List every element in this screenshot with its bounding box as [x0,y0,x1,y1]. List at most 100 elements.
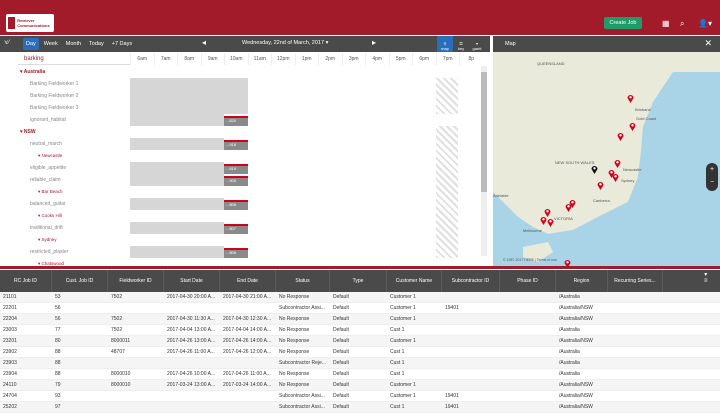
hour-label: 3pm [341,53,366,65]
resource-subgroup[interactable]: ▾ Bar Beach [18,186,130,198]
job-location-pin-icon[interactable] [629,122,636,131]
column-header[interactable]: Fieldworker ID [108,270,164,292]
search-icon[interactable]: ⌕ [680,19,684,29]
job-location-pin-icon[interactable] [597,181,604,190]
map-view[interactable]: QUEENSLAND NEW SOUTH WALES VICTORIA Bris… [493,52,720,267]
job-block[interactable]: ...806 [224,248,248,258]
previous-day-arrow-icon[interactable]: ◂ [202,38,206,47]
date-title[interactable]: Wednesday, 22nd of March, 2017 ▾ [242,40,328,46]
create-job-button[interactable]: Create Job [604,17,642,29]
job-location-pin-icon[interactable] [547,218,554,227]
resource-worker[interactable]: Barking Fieldworker 1 [18,78,130,90]
resource-group[interactable]: ▾ Australia [18,66,130,78]
job-block[interactable]: ...807 [224,224,248,234]
table-cell [108,402,164,412]
gantt-view-button[interactable]: ▾ gantt [469,36,485,52]
table-cell [608,369,663,379]
job-location-pin-icon[interactable] [627,94,634,103]
schedule-scrollbar[interactable] [481,66,487,256]
table-row[interactable]: 22201 56 Subcontractor Assi... Default Custo… [0,303,720,314]
table-row[interactable]: 21101 53 7502 2017-04-30 20:00 A... 2017-04-… [0,292,720,303]
table-row[interactable]: 23003 77 7502 2017-04-04 13:00 A... 2017-04-… [0,325,720,336]
grid-icon[interactable]: ▦ [662,19,670,28]
job-location-pin-icon[interactable] [565,203,572,212]
table-row[interactable]: 25202 97 Subcontractor Assi... Default Cust … [0,402,720,413]
column-header[interactable]: Phase ID [500,270,556,292]
column-header[interactable]: Customer Name [387,270,442,292]
table-cell: 23902 [3,349,17,355]
key-view-button[interactable]: ⚿ key [453,36,469,52]
resource-worker[interactable]: traditional_drift [18,222,130,234]
view-buttons: ⚲ map ⚿ key ▾ gantt [437,36,485,52]
zoom-out-icon[interactable]: − [706,176,718,189]
job-block[interactable]: ...820 [224,116,248,126]
resource-worker[interactable]: ignorant_habitat [18,114,130,126]
job-location-pin-icon[interactable] [612,173,619,182]
column-header[interactable]: RC Job ID [0,270,52,292]
tab-today[interactable]: Today [86,38,107,50]
table-cell: 8000010 [111,382,131,388]
table-cell: /Australia/NSW [559,316,593,322]
schedule-grid[interactable]: ...820 ...918 ...819 ...905 ...806 ...80… [130,66,482,258]
map-label-adelaide: Adelaide [493,193,509,198]
resource-group[interactable]: ▾ NSW [18,126,130,138]
map-label-canberra: Canberra [593,198,610,203]
job-block[interactable]: ...806 [224,200,248,210]
column-header[interactable]: Status [276,270,330,292]
job-block[interactable]: ...819 [224,164,248,174]
job-location-pin-icon[interactable] [614,159,621,168]
tab-month[interactable]: Month [63,38,84,50]
table-row[interactable]: 23903 88 Subcontractor Reje... Default Cust … [0,358,720,369]
job-block[interactable]: ...905 [224,176,248,186]
table-row[interactable]: 24110 79 8000010 2017-03-24 13:00 A... 2017-… [0,380,720,391]
table-row[interactable]: 23904 88 8000010 2017-04-26 10:00 A... 2017-… [0,369,720,380]
map-view-button[interactable]: ⚲ map [437,36,453,52]
resource-subgroup[interactable]: ▾ Cooks Hill [18,210,130,222]
table-cell: 2017-04-26 13:00 A... [167,338,216,344]
panel-resize-divider[interactable] [0,266,720,269]
selected-location-pin-icon[interactable] [591,165,598,174]
user-icon[interactable]: 👤▾ [698,19,712,28]
column-header[interactable]: Cust. Job ID [52,270,108,292]
resource-worker[interactable]: balanced_guitar [18,198,130,210]
table-cell: /Australia/NSW [559,393,593,399]
table-row[interactable]: 22204 56 7502 2017-04-30 11:30 A... 2017-04-… [0,314,720,325]
table-cell: Subcontractor Assi... [279,305,325,311]
resource-subgroup[interactable]: ▾ Newcastle [18,150,130,162]
table-cell: 88 [55,360,61,366]
tab-week[interactable]: Week [41,38,61,50]
tab-next-7-days[interactable]: +7 Days [109,38,135,50]
column-header[interactable]: Type [330,270,387,292]
filter-icon[interactable]: ⋎⁄ [4,39,9,46]
hour-label: 1pm [294,53,319,65]
column-header[interactable]: Start Date [164,270,220,292]
scrollbar-thumb[interactable] [481,72,487,192]
column-header[interactable]: Recurring Series... [608,270,663,292]
resource-subgroup[interactable]: ▾ Sydney [18,234,130,246]
table-row[interactable]: 23902 88 48707 2017-04-26 11:00 A... 2017-04… [0,347,720,358]
table-cell: 23201 [3,338,17,344]
column-header[interactable]: End Date [220,270,276,292]
resource-worker[interactable]: restricted_plaster [18,246,130,258]
job-location-pin-icon[interactable] [540,216,547,225]
resource-worker[interactable]: Barking Fieldworker 3 [18,102,130,114]
resource-worker[interactable]: Barking Fieldworker 2 [18,90,130,102]
next-day-arrow-icon[interactable]: ▸ [372,38,376,47]
table-cell: 19401 [445,404,459,410]
column-header[interactable]: Region [556,270,608,292]
column-menu-icon[interactable]: ▾ ≡ [704,272,708,284]
resource-search-input[interactable]: barking [18,53,130,65]
table-row[interactable]: 24704 93 Subcontractor Assi... Default Custo… [0,391,720,402]
resource-worker[interactable]: reliable_claim [18,174,130,186]
tab-day[interactable]: Day [23,38,39,50]
resource-worker[interactable]: neutral_march [18,138,130,150]
column-header[interactable]: Subcontractor ID [442,270,500,292]
table-cell [164,303,220,313]
job-block[interactable]: ...918 [224,140,248,150]
zoom-in-icon[interactable]: + [706,163,718,176]
resource-worker[interactable]: eligible_appetite [18,162,130,174]
map-zoom-control[interactable]: + − [706,163,718,191]
table-row[interactable]: 23201 80 8000011 2017-04-26 13:00 A... 2017-… [0,336,720,347]
close-icon[interactable]: ✕ [704,38,712,49]
job-location-pin-icon[interactable] [617,132,624,141]
